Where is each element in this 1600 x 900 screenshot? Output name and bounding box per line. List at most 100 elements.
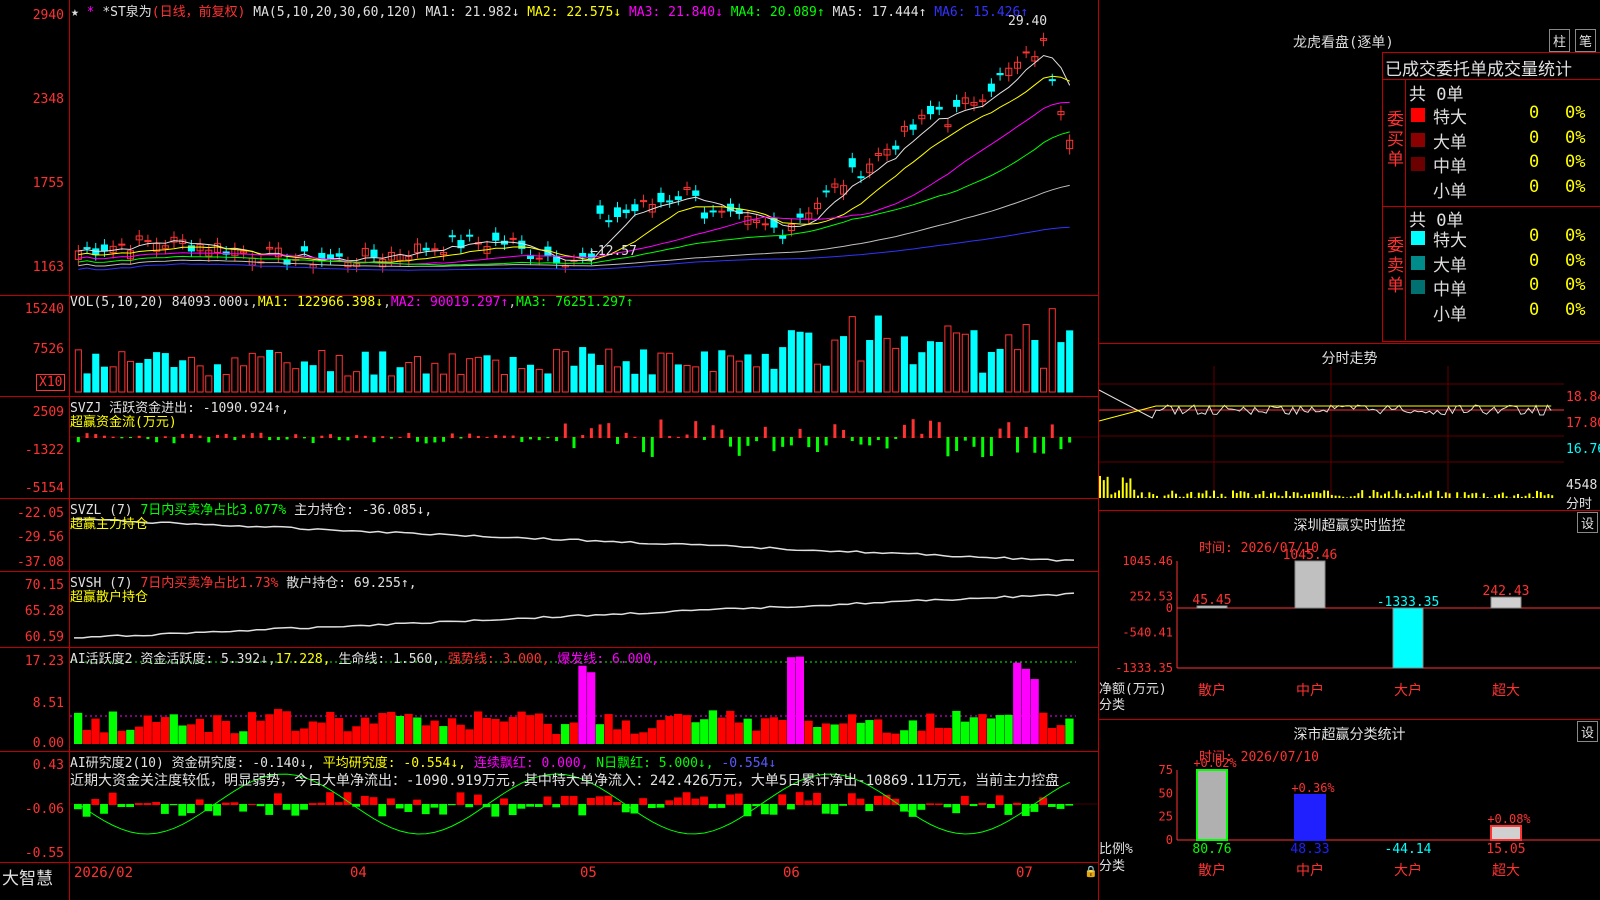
intraday-vol-bar: [1376, 491, 1379, 498]
dragon-title: 龙虎看盘(逐单): [1293, 35, 1394, 51]
volume-bar: [813, 363, 822, 393]
volume-bar: [344, 375, 352, 393]
volume-bar: [179, 360, 187, 393]
volume-bar: [109, 366, 117, 393]
volume-bar: [500, 374, 508, 393]
volume-bar: [796, 331, 804, 393]
volume-bar: [874, 315, 882, 393]
volume-bar: [353, 371, 361, 393]
flow-bar: [981, 437, 985, 458]
flow-bar: [798, 428, 802, 438]
volume-bar: [153, 352, 161, 393]
flow-bar: [207, 437, 211, 443]
flow-bar: [702, 437, 706, 440]
activity-bar: [552, 733, 561, 744]
volume-bar: [631, 373, 639, 393]
intraday-vol-bar: [1239, 491, 1242, 498]
activity-bar: [917, 730, 926, 744]
candlestick-chart[interactable]: [0, 0, 1098, 295]
volume-bar: [118, 351, 126, 393]
research-bar: [926, 803, 934, 805]
classify-value-label: 48.33: [1290, 842, 1329, 857]
research-bar: [656, 804, 665, 808]
flow-bar: [572, 437, 576, 449]
flow-bar: [729, 437, 733, 447]
flow-bar: [355, 435, 359, 438]
flow-bar: [363, 435, 367, 438]
intraday-vol-bar: [1182, 496, 1185, 498]
classify-ytick: 75: [1159, 763, 1173, 777]
research-bar: [300, 804, 308, 810]
intraday-vol-bar: [1247, 493, 1250, 498]
x-label-3: 05: [580, 865, 597, 881]
activity-bar: [247, 712, 257, 744]
volume-bar: [726, 355, 735, 393]
flow-bar: [615, 437, 619, 444]
ma-value-2: MA2: 22.575↓: [527, 5, 629, 20]
intraday-vol-unit: 分时: [1566, 497, 1593, 512]
flow-bar: [181, 434, 185, 438]
pen-button[interactable]: 笔: [1575, 29, 1597, 52]
intraday-vol-bar: [1273, 492, 1276, 498]
research-bar: [874, 795, 882, 805]
volume-bar: [648, 374, 656, 393]
intraday-vol-bar: [1311, 492, 1314, 498]
intraday-chart[interactable]: [1099, 366, 1600, 510]
ma-value-4: MA4: 20.089↑: [730, 5, 833, 20]
svsh-panel[interactable]: 70.15 65.28 60.59 SVSH (7) 7日内买卖净占比1.73%…: [0, 572, 1098, 648]
volume-bar: [300, 361, 308, 393]
classify-value-label: 80.76: [1192, 842, 1231, 857]
volume-panel[interactable]: 15240 7526 X10 VOL(5,10,20) 84093.000↓,M…: [0, 295, 1098, 397]
volume-bar: [987, 351, 995, 393]
intraday-vol-bar: [1543, 495, 1546, 498]
bar-button[interactable]: 柱: [1549, 29, 1571, 52]
intraday-vol-bar: [1308, 494, 1310, 498]
volume-bar: [126, 360, 135, 393]
volume-bar: [935, 342, 943, 393]
volume-bar: [283, 362, 291, 393]
candle-body: [709, 210, 717, 213]
svsh-item: 散户持仓:: [286, 576, 347, 591]
activity-bar: [778, 720, 787, 744]
volume-bar: [674, 364, 682, 393]
research-bar: [456, 792, 465, 805]
flow-bar: [224, 433, 228, 438]
intraday-panel[interactable]: 分时走势 18.84 17.80 16.76 4548 分时: [1099, 344, 1600, 512]
candle-body: [118, 243, 126, 246]
price-tick-3: 1755: [32, 176, 64, 191]
ai-activity-panel[interactable]: 17.23 8.51 0.00 AI活跃度2 资金活跃度: 5.392↓,17.…: [0, 648, 1098, 752]
classify-panel[interactable]: 深市超赢分类统计 设 时间: 2026/07/10 75 50 25 0 +0.02% 8…: [1099, 720, 1600, 900]
intraday-vol-bar: [1156, 495, 1158, 498]
classify-bar: [1294, 793, 1326, 841]
lock-icon[interactable]: 🔒: [1084, 865, 1098, 878]
monitor-chart[interactable]: 1045.46252.530-540.41-1333.3545.45散户1045…: [1099, 511, 1600, 719]
activity-bar: [839, 723, 848, 744]
volume-bar: [161, 353, 169, 393]
monitor-panel[interactable]: 深圳超赢实时监控 设 时间: 2026/07/10 1045.46 252.53 0…: [1099, 511, 1600, 720]
ai-research-panel[interactable]: 0.43 -0.06 -0.55 AI研究度2(10) 资金研究度: -0.14…: [0, 752, 1098, 863]
intraday-vol-bar: [1148, 492, 1151, 498]
svzl-panel[interactable]: -22.05 -29.56 -37.08 SVZL (7) 7日内买卖净占比3.…: [0, 499, 1098, 572]
ma-value-3: MA3: 21.840↓: [628, 5, 731, 20]
intraday-vol-bar: [1175, 493, 1177, 498]
classify-chart[interactable]: 75 50 25 0 +0.02% 80.76 散户 +0.36% 48.33 中户 -44.14 大…: [1099, 720, 1600, 900]
volume-bar: [900, 336, 908, 393]
price-panel[interactable]: 2940 2348 1755 1163 ★ * *ST泉为(日线，前复权) MA…: [0, 0, 1098, 296]
activity-bar: [908, 720, 918, 744]
svzj-panel[interactable]: 2509 -1322 -5154 SVZJ 活跃资金进出: -1090.924↑…: [0, 397, 1098, 499]
classify-category: 中户: [1296, 862, 1324, 879]
activity-bar: [378, 713, 387, 744]
star-icon[interactable]: ★: [71, 5, 79, 20]
intraday-vol-bar: [1467, 494, 1470, 498]
research-bar: [665, 800, 674, 805]
svzl-tick-1: -22.05: [17, 506, 64, 521]
research-bar: [317, 802, 326, 805]
intraday-vol-bar: [1213, 490, 1215, 498]
flow-bar: [807, 437, 811, 448]
dragon-tiger-panel[interactable]: 龙虎看盘(逐单) 柱 笔 已成交委托单成交量统计 委买单 委卖单 共 0单 共 …: [1099, 0, 1600, 344]
buy-qty: 0: [1529, 103, 1540, 123]
volume-chart[interactable]: [0, 296, 1098, 396]
research-bar: [256, 804, 265, 807]
research-bar: [995, 795, 1004, 805]
flow-bar: [546, 437, 550, 439]
